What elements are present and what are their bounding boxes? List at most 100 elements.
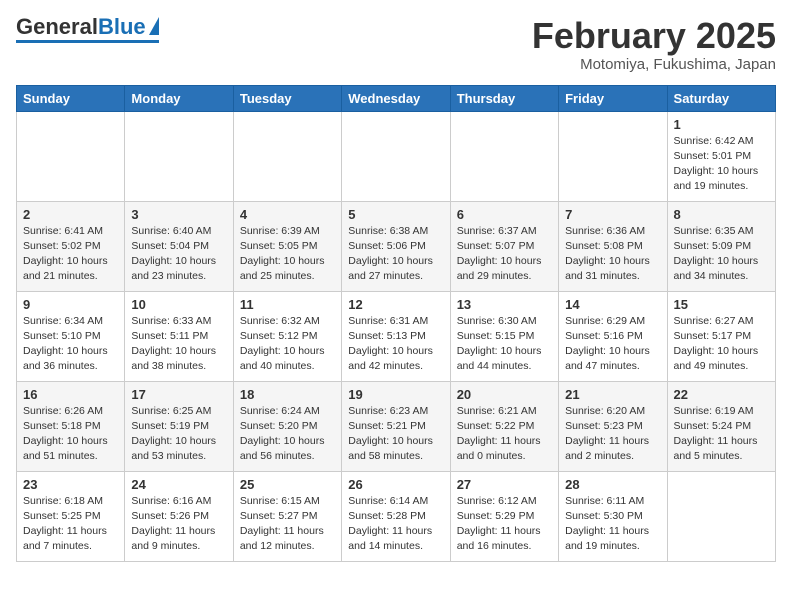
calendar-cell: 22 Sunrise: 6:19 AM Sunset: 5:24 PM Dayli… xyxy=(667,381,775,471)
day-info: Sunrise: 6:31 AM Sunset: 5:13 PM Dayligh… xyxy=(348,314,443,375)
day-info: Sunrise: 6:38 AM Sunset: 5:06 PM Dayligh… xyxy=(348,224,443,285)
day-number: 2 xyxy=(23,207,118,222)
day-info: Sunrise: 6:37 AM Sunset: 5:07 PM Dayligh… xyxy=(457,224,552,285)
day-number: 8 xyxy=(674,207,769,222)
day-number: 3 xyxy=(131,207,226,222)
logo-triangle-icon xyxy=(149,17,159,35)
day-info: Sunrise: 6:32 AM Sunset: 5:12 PM Dayligh… xyxy=(240,314,335,375)
day-info: Sunrise: 6:26 AM Sunset: 5:18 PM Dayligh… xyxy=(23,404,118,465)
calendar-cell xyxy=(17,111,125,201)
month-title: February 2025 xyxy=(532,16,776,56)
calendar-cell: 10Sunrise: 6:33 AM Sunset: 5:11 PM Dayli… xyxy=(125,291,233,381)
day-number: 21 xyxy=(565,387,660,402)
day-number: 13 xyxy=(457,297,552,312)
calendar-cell: 18Sunrise: 6:24 AM Sunset: 5:20 PM Dayli… xyxy=(233,381,341,471)
calendar-cell: 14Sunrise: 6:29 AM Sunset: 5:16 PM Dayli… xyxy=(559,291,667,381)
day-number: 24 xyxy=(131,477,226,492)
calendar-table: SundayMondayTuesdayWednesdayThursdayFrid… xyxy=(16,85,776,562)
day-info: Sunrise: 6:11 AM Sunset: 5:30 PM Dayligh… xyxy=(565,494,660,555)
day-info: Sunrise: 6:19 AM Sunset: 5:24 PM Dayligh… xyxy=(674,404,769,465)
calendar-cell: 15 Sunrise: 6:27 AM Sunset: 5:17 PM Dayli… xyxy=(667,291,775,381)
day-number: 23 xyxy=(23,477,118,492)
day-number: 26 xyxy=(348,477,443,492)
weekday-header-friday: Friday xyxy=(559,85,667,111)
day-info: Sunrise: 6:12 AM Sunset: 5:29 PM Dayligh… xyxy=(457,494,552,555)
calendar-cell: 20Sunrise: 6:21 AM Sunset: 5:22 PM Dayli… xyxy=(450,381,558,471)
day-info: Sunrise: 6:24 AM Sunset: 5:20 PM Dayligh… xyxy=(240,404,335,465)
day-number: 14 xyxy=(565,297,660,312)
calendar-cell: 8 Sunrise: 6:35 AM Sunset: 5:09 PM Daylig… xyxy=(667,201,775,291)
weekday-header-row: SundayMondayTuesdayWednesdayThursdayFrid… xyxy=(17,85,776,111)
day-number: 16 xyxy=(23,387,118,402)
day-info: Sunrise: 6:36 AM Sunset: 5:08 PM Dayligh… xyxy=(565,224,660,285)
day-info: Sunrise: 6:41 AM Sunset: 5:02 PM Dayligh… xyxy=(23,224,118,285)
calendar-cell: 2 Sunrise: 6:41 AM Sunset: 5:02 PM Daylig… xyxy=(17,201,125,291)
day-number: 22 xyxy=(674,387,769,402)
calendar-cell: 4 Sunrise: 6:39 AM Sunset: 5:05 PM Daylig… xyxy=(233,201,341,291)
day-info: Sunrise: 6:30 AM Sunset: 5:15 PM Dayligh… xyxy=(457,314,552,375)
day-number: 6 xyxy=(457,207,552,222)
calendar-cell xyxy=(233,111,341,201)
calendar-cell xyxy=(450,111,558,201)
day-info: Sunrise: 6:15 AM Sunset: 5:27 PM Dayligh… xyxy=(240,494,335,555)
calendar-week-0: 1 Sunrise: 6:42 AM Sunset: 5:01 PM Daylig… xyxy=(17,111,776,201)
day-info: Sunrise: 6:35 AM Sunset: 5:09 PM Dayligh… xyxy=(674,224,769,285)
location-title: Motomiya, Fukushima, Japan xyxy=(532,56,776,73)
day-number: 20 xyxy=(457,387,552,402)
calendar-cell: 24 Sunrise: 6:16 AM Sunset: 5:26 PM Dayli… xyxy=(125,471,233,561)
calendar-cell: 7 Sunrise: 6:36 AM Sunset: 5:08 PM Daylig… xyxy=(559,201,667,291)
weekday-header-thursday: Thursday xyxy=(450,85,558,111)
calendar-cell: 27 Sunrise: 6:12 AM Sunset: 5:29 PM Dayli… xyxy=(450,471,558,561)
day-info: Sunrise: 6:39 AM Sunset: 5:05 PM Dayligh… xyxy=(240,224,335,285)
day-number: 15 xyxy=(674,297,769,312)
day-info: Sunrise: 6:16 AM Sunset: 5:26 PM Dayligh… xyxy=(131,494,226,555)
calendar-cell: 26 Sunrise: 6:14 AM Sunset: 5:28 PM Dayli… xyxy=(342,471,450,561)
page-header: General Blue February 2025 Motomiya, Fuk… xyxy=(16,16,776,73)
weekday-header-saturday: Saturday xyxy=(667,85,775,111)
day-number: 19 xyxy=(348,387,443,402)
logo-general-text: General xyxy=(16,16,98,38)
day-number: 27 xyxy=(457,477,552,492)
calendar-week-4: 23 Sunrise: 6:18 AM Sunset: 5:25 PM Dayli… xyxy=(17,471,776,561)
day-info: Sunrise: 6:25 AM Sunset: 5:19 PM Dayligh… xyxy=(131,404,226,465)
day-info: Sunrise: 6:18 AM Sunset: 5:25 PM Dayligh… xyxy=(23,494,118,555)
calendar-cell: 23 Sunrise: 6:18 AM Sunset: 5:25 PM Dayli… xyxy=(17,471,125,561)
calendar-cell: 9 Sunrise: 6:34 AM Sunset: 5:10 PM Daylig… xyxy=(17,291,125,381)
logo-blue-text: Blue xyxy=(98,16,146,38)
calendar-week-3: 16 Sunrise: 6:26 AM Sunset: 5:18 PM Dayli… xyxy=(17,381,776,471)
day-number: 4 xyxy=(240,207,335,222)
calendar-cell xyxy=(342,111,450,201)
calendar-week-2: 9 Sunrise: 6:34 AM Sunset: 5:10 PM Daylig… xyxy=(17,291,776,381)
day-number: 7 xyxy=(565,207,660,222)
weekday-header-monday: Monday xyxy=(125,85,233,111)
calendar-cell: 19 Sunrise: 6:23 AM Sunset: 5:21 PM Dayli… xyxy=(342,381,450,471)
calendar-cell: 6 Sunrise: 6:37 AM Sunset: 5:07 PM Daylig… xyxy=(450,201,558,291)
calendar-cell xyxy=(559,111,667,201)
calendar-cell: 12 Sunrise: 6:31 AM Sunset: 5:13 PM Dayli… xyxy=(342,291,450,381)
day-info: Sunrise: 6:34 AM Sunset: 5:10 PM Dayligh… xyxy=(23,314,118,375)
calendar-cell xyxy=(125,111,233,201)
calendar-cell: 11 Sunrise: 6:32 AM Sunset: 5:12 PM Dayli… xyxy=(233,291,341,381)
day-info: Sunrise: 6:20 AM Sunset: 5:23 PM Dayligh… xyxy=(565,404,660,465)
weekday-header-sunday: Sunday xyxy=(17,85,125,111)
day-number: 9 xyxy=(23,297,118,312)
day-number: 17 xyxy=(131,387,226,402)
weekday-header-wednesday: Wednesday xyxy=(342,85,450,111)
day-info: Sunrise: 6:42 AM Sunset: 5:01 PM Dayligh… xyxy=(674,134,769,195)
calendar-cell: 16 Sunrise: 6:26 AM Sunset: 5:18 PM Dayli… xyxy=(17,381,125,471)
day-number: 1 xyxy=(674,117,769,132)
day-info: Sunrise: 6:14 AM Sunset: 5:28 PM Dayligh… xyxy=(348,494,443,555)
day-info: Sunrise: 6:23 AM Sunset: 5:21 PM Dayligh… xyxy=(348,404,443,465)
calendar-cell xyxy=(667,471,775,561)
calendar-cell: 13 Sunrise: 6:30 AM Sunset: 5:15 PM Dayli… xyxy=(450,291,558,381)
calendar-cell: 5Sunrise: 6:38 AM Sunset: 5:06 PM Daylig… xyxy=(342,201,450,291)
day-info: Sunrise: 6:27 AM Sunset: 5:17 PM Dayligh… xyxy=(674,314,769,375)
day-info: Sunrise: 6:40 AM Sunset: 5:04 PM Dayligh… xyxy=(131,224,226,285)
day-number: 12 xyxy=(348,297,443,312)
day-number: 10 xyxy=(131,297,226,312)
calendar-cell: 25Sunrise: 6:15 AM Sunset: 5:27 PM Dayli… xyxy=(233,471,341,561)
calendar-cell: 21 Sunrise: 6:20 AM Sunset: 5:23 PM Dayli… xyxy=(559,381,667,471)
day-number: 11 xyxy=(240,297,335,312)
calendar-cell: 1 Sunrise: 6:42 AM Sunset: 5:01 PM Daylig… xyxy=(667,111,775,201)
title-block: February 2025 Motomiya, Fukushima, Japan xyxy=(532,16,776,73)
